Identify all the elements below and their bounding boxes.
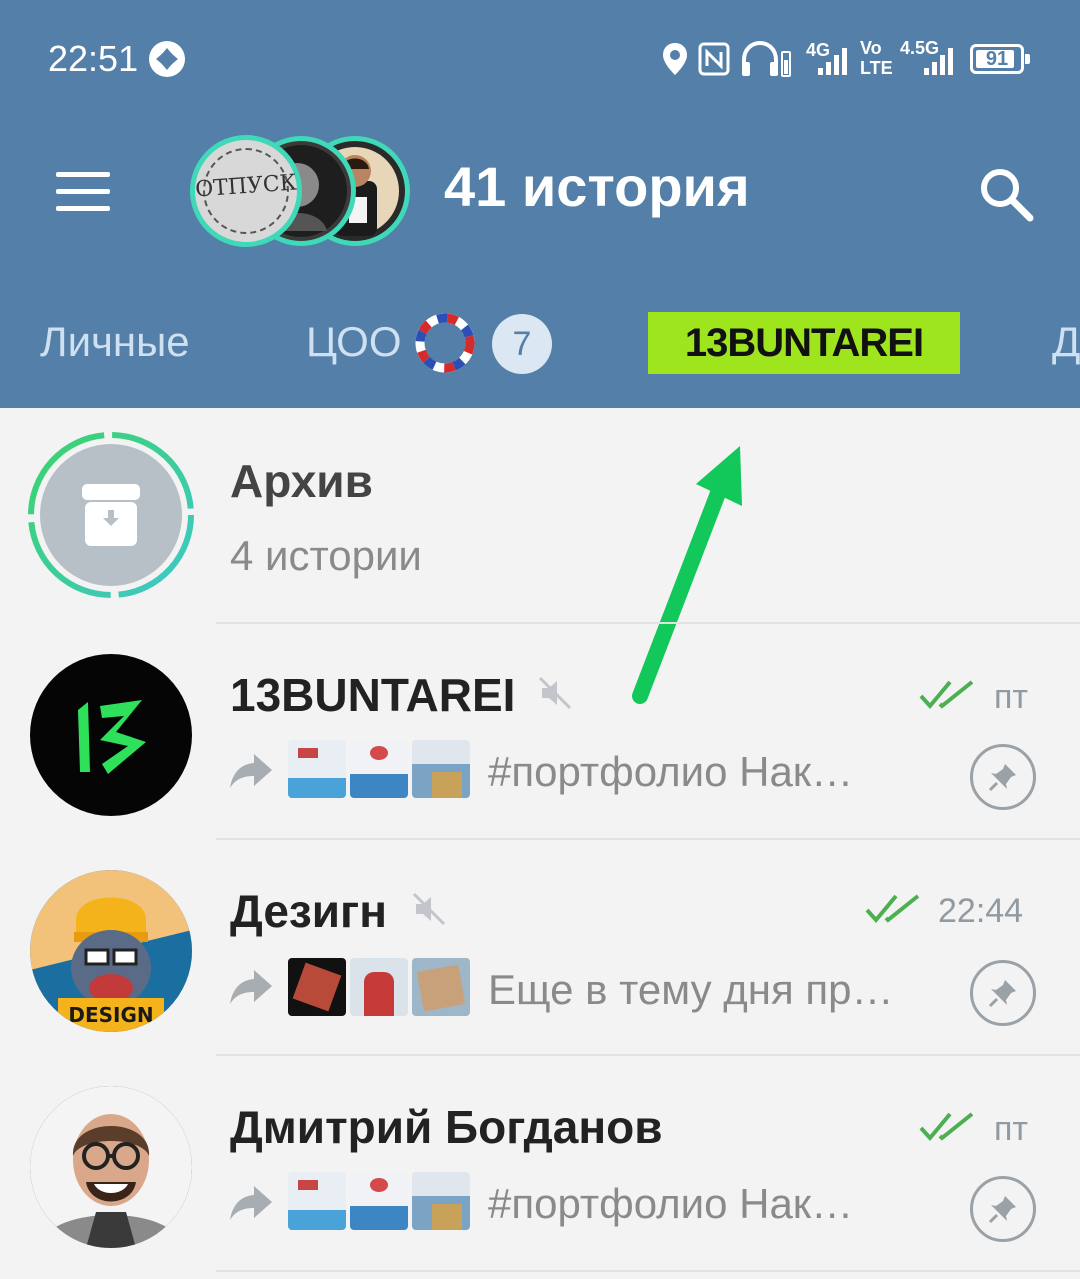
media-thumb [288, 958, 346, 1016]
archive-subtitle: 4 истории [230, 532, 422, 579]
battery-tip [1025, 54, 1030, 64]
clover-icon [149, 41, 185, 77]
avatar-text: DESIGN [68, 1003, 153, 1027]
tab-13buntarei[interactable]: 13BUNTAREI [648, 312, 960, 374]
pin-icon [988, 980, 1016, 1008]
media-thumb [350, 958, 408, 1016]
chat-name: Дмитрий Богданов [230, 1101, 663, 1153]
coo-logo-icon [415, 313, 475, 373]
tab-coo[interactable]: ЦОО [306, 318, 401, 366]
media-thumb [288, 1172, 346, 1230]
signal-icon-1 [818, 48, 847, 75]
menu-bar [56, 206, 110, 211]
page-title: 41 история [444, 155, 750, 218]
archive-row[interactable]: Архив 4 истории [0, 408, 1080, 624]
tab-personal[interactable]: Личные [40, 318, 190, 366]
forward-icon [230, 1186, 272, 1220]
menu-button[interactable] [52, 168, 114, 216]
media-thumb [412, 740, 470, 798]
status-time: 22:51 [48, 38, 139, 79]
chat-preview: Еще в тему дня пр… [488, 966, 894, 1013]
chat-time: пт [994, 1110, 1028, 1148]
chat-name: Дезигн [230, 885, 388, 937]
chat-row[interactable]: Дмитрий Богданов пт #портфолио Нак… [0, 1056, 1080, 1272]
media-thumb [350, 740, 408, 798]
pin-button[interactable] [970, 744, 1036, 810]
chat-preview: #портфолио Нак… [488, 1180, 854, 1227]
forward-icon [230, 970, 272, 1004]
archive-icon [82, 484, 140, 546]
app-header: 22:51 4G Vo LTE 4.5G 91 ОТПУСК 41 истори… [0, 0, 1080, 408]
chat-preview: #портфолио Нак… [488, 748, 854, 795]
read-ticks-icon [919, 680, 974, 710]
read-ticks-icon [865, 894, 920, 924]
tab-badge: 7 [492, 314, 552, 374]
media-thumb [350, 1172, 408, 1230]
story-avatar-1: ОТПУСК [190, 135, 302, 247]
chat-time: пт [994, 678, 1028, 716]
row-divider [216, 1270, 1080, 1272]
net-label-lte: LTE [860, 58, 893, 78]
mute-icon [538, 676, 572, 710]
media-thumb [412, 1172, 470, 1230]
stories-stack[interactable]: ОТПУСК [190, 135, 410, 247]
battery-level: 91 [985, 48, 1009, 70]
battery-icon: 91 [970, 44, 1030, 74]
pin-icon [988, 764, 1016, 792]
chat-row[interactable]: 13BUNTAREI пт #портфолио Нак… [0, 624, 1080, 840]
read-ticks-icon [919, 1112, 974, 1142]
chat-row[interactable]: DESIGN Дезигн 22:44 Еще в тему дня пр… [0, 840, 1080, 1056]
location-icon [663, 43, 687, 75]
avatar [30, 654, 192, 816]
pin-icon [988, 1196, 1016, 1224]
media-thumb [288, 740, 346, 798]
avatar [30, 1086, 192, 1248]
nfc-icon [698, 42, 730, 76]
chat-name: 13BUNTAREI [230, 669, 516, 721]
status-bar: 22:51 4G Vo LTE 4.5G 91 [0, 0, 1080, 110]
headphones-battery-icon [742, 40, 791, 77]
chat-time: 22:44 [938, 892, 1024, 930]
tab-d[interactable]: Д [1052, 318, 1080, 366]
mute-icon [412, 892, 446, 926]
search-icon[interactable] [976, 164, 1036, 224]
forward-icon [230, 754, 272, 788]
media-thumb [412, 958, 470, 1016]
menu-bar [56, 189, 110, 194]
net-label-vo: Vo [860, 38, 882, 58]
pin-button[interactable] [970, 960, 1036, 1026]
pin-button[interactable] [970, 1176, 1036, 1242]
menu-bar [56, 172, 110, 177]
archive-title: Архив [230, 455, 373, 507]
signal-icon-2 [924, 48, 953, 75]
avatar: DESIGN [30, 870, 192, 1032]
